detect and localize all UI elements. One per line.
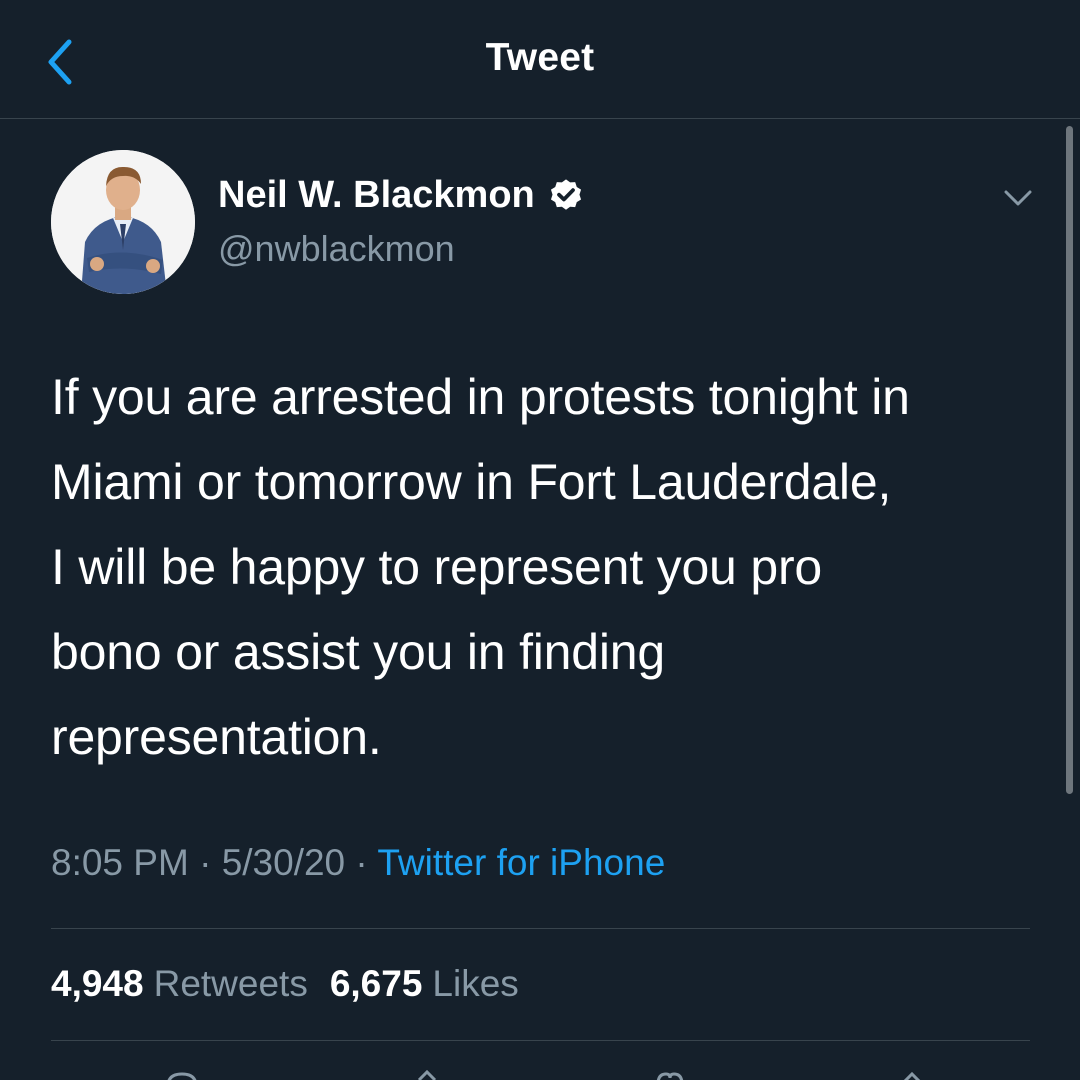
meta-separator: ·: [188, 842, 222, 883]
likes-count: 6,675: [329, 963, 423, 1004]
top-nav-bar: Tweet: [0, 0, 1080, 119]
author-avatar[interactable]: [51, 150, 195, 294]
vertical-scrollbar[interactable]: [1066, 126, 1073, 794]
tweet-date: 5/30/20: [221, 842, 346, 883]
author-handle[interactable]: @nwblackmon: [218, 228, 455, 270]
likes-stat[interactable]: 6,675 Likes: [330, 963, 519, 1004]
retweets-count: 4,948: [51, 963, 144, 1004]
retweet-icon: [417, 1069, 437, 1080]
share-button[interactable]: [890, 1068, 934, 1080]
tweet-text-line: I will be happy to represent you pro: [51, 539, 823, 595]
author-display-name[interactable]: Neil W. Blackmon: [218, 174, 585, 217]
tweet-text-line: If you are arrested in protests tonight …: [51, 369, 910, 425]
like-button[interactable]: [648, 1068, 692, 1080]
meta-separator: ·: [345, 842, 378, 883]
engagement-stats: 4,948 Retweets 6,675 Likes: [51, 963, 519, 1005]
divider: [51, 928, 1030, 929]
tweet-detail-screen: Tweet Neil W. Blackmon @nwblackmon If yo…: [0, 0, 1080, 1080]
tweet-text-line: representation.: [51, 709, 382, 765]
tweet-time: 8:05 PM: [51, 842, 189, 883]
retweet-button[interactable]: [405, 1068, 449, 1080]
author-name-text: Neil W. Blackmon: [218, 174, 535, 216]
tweet-text-line: Miami or tomorrow in Fort Lauderdale,: [51, 454, 892, 510]
tweet-text-line: bono or assist you in finding: [51, 624, 666, 680]
divider: [51, 1040, 1030, 1041]
profile-photo: [51, 150, 195, 294]
share-icon: [903, 1071, 921, 1080]
tweet-options-button[interactable]: [998, 180, 1038, 216]
reply-icon: [167, 1072, 197, 1080]
tweet-metadata: 8:05 PM · 5/30/20 · Twitter for iPhone: [51, 842, 665, 884]
likes-label: Likes: [432, 963, 519, 1004]
verified-badge-icon: [550, 178, 581, 210]
reply-button[interactable]: [160, 1068, 204, 1080]
tweet-action-bar: [0, 1068, 1080, 1080]
chevron-down-icon: [1004, 190, 1032, 206]
tweet-body: If you are arrested in protests tonight …: [51, 355, 1051, 780]
heart-icon: [656, 1072, 684, 1080]
retweets-label: Retweets: [153, 963, 308, 1004]
tweet-source-link[interactable]: Twitter for iPhone: [377, 842, 665, 883]
retweets-stat[interactable]: 4,948 Retweets: [51, 963, 308, 1004]
page-title: Tweet: [485, 36, 595, 79]
